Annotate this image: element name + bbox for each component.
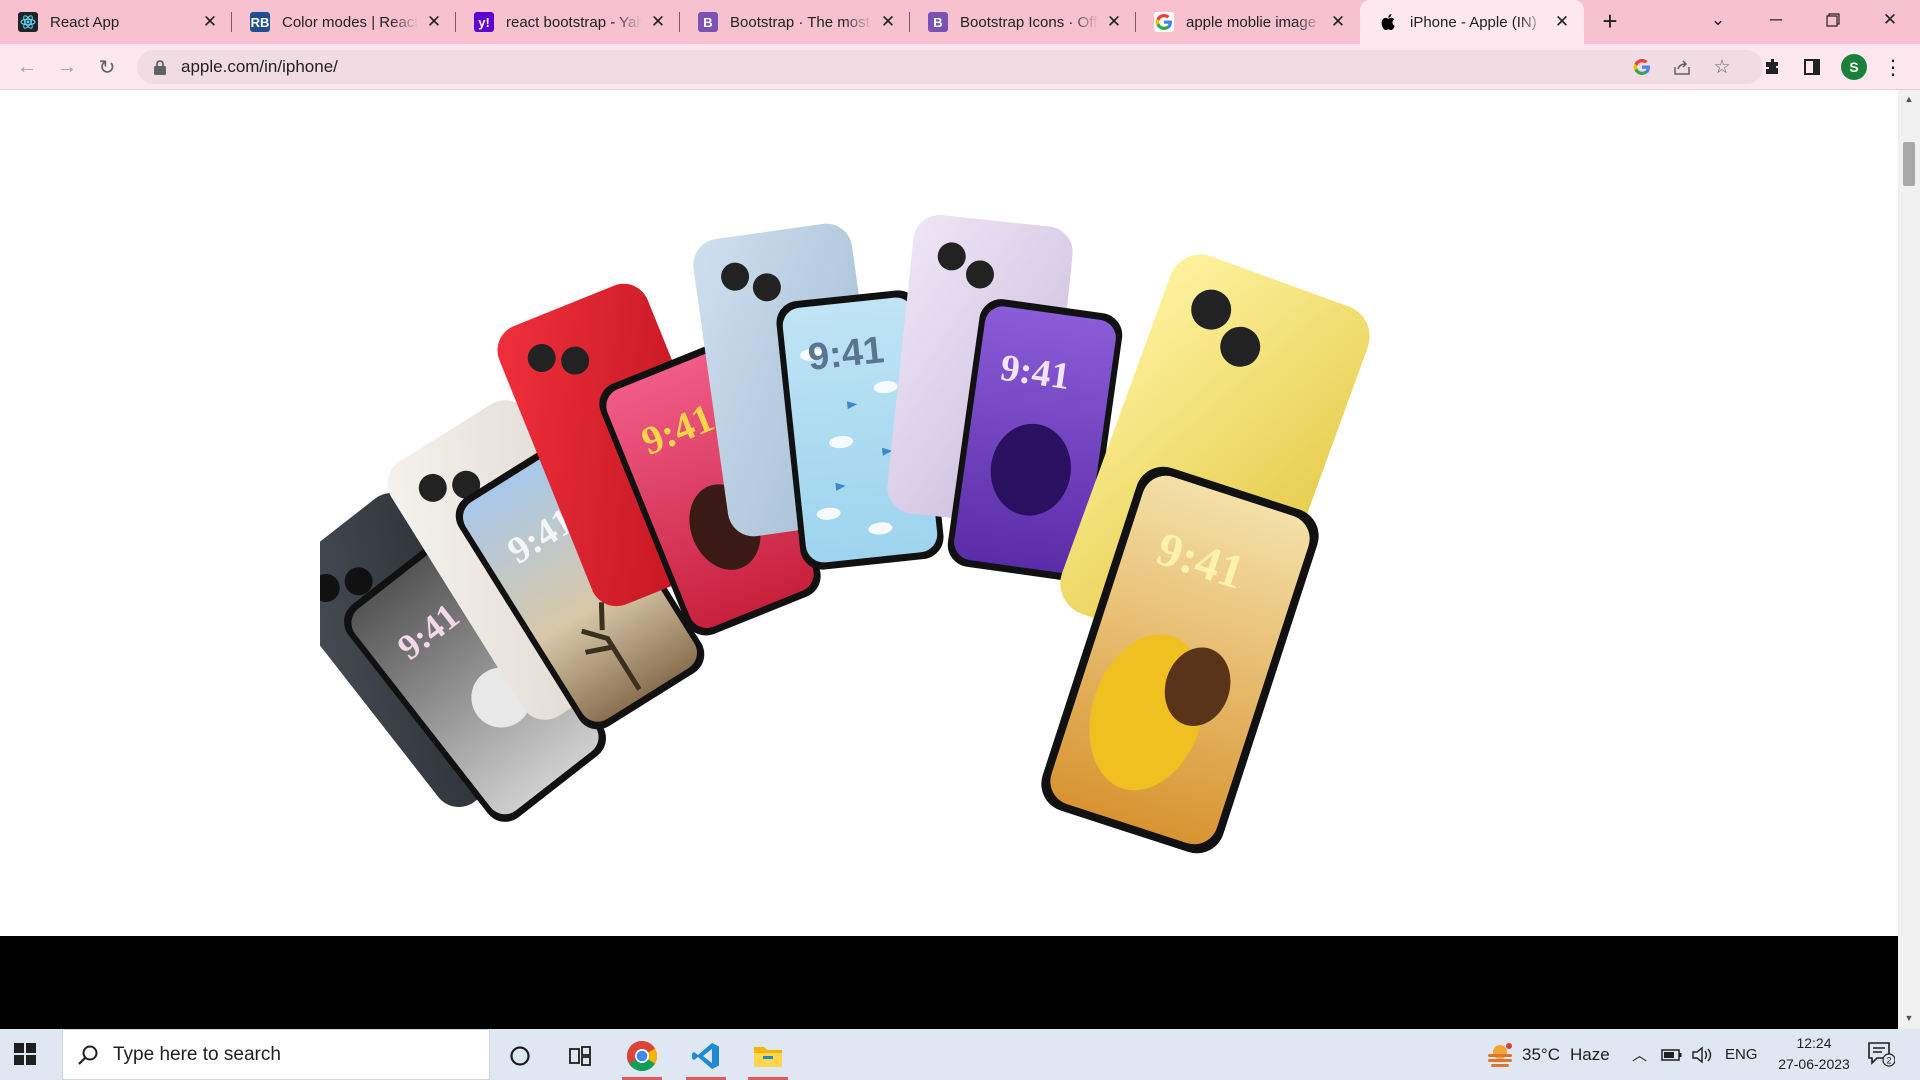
tab-search-icon[interactable]: ⌄ xyxy=(1692,0,1744,40)
google-icon xyxy=(1154,12,1174,32)
bootstrap-icon: B xyxy=(698,12,718,32)
react-icon xyxy=(18,12,38,32)
taskbar-search-box[interactable]: Type here to search xyxy=(62,1029,490,1080)
notification-center-icon[interactable]: 2 xyxy=(1867,1041,1896,1067)
lock-screen-time: 9:41 xyxy=(806,329,886,379)
tab-color-modes[interactable]: RB Color modes | React B ✕ xyxy=(232,0,456,44)
close-tab-icon[interactable]: ✕ xyxy=(200,12,220,32)
tab-react-app[interactable]: React App ✕ xyxy=(0,0,232,44)
close-tab-icon[interactable]: ✕ xyxy=(424,12,444,32)
minimize-icon[interactable]: ─ xyxy=(1750,0,1802,40)
cortana-icon[interactable] xyxy=(494,1035,546,1077)
battery-icon[interactable] xyxy=(1661,1029,1683,1080)
yahoo-icon: y! xyxy=(474,12,494,32)
extensions-icon[interactable] xyxy=(1762,56,1784,78)
tab-title: react bootstrap - Yaho xyxy=(506,13,642,31)
close-window-icon[interactable]: ✕ xyxy=(1864,0,1916,40)
tab-bootstrap-icons[interactable]: B Bootstrap Icons · Offic ✕ xyxy=(910,0,1136,44)
weather-description: Haze xyxy=(1569,1044,1610,1064)
react-bootstrap-icon: RB xyxy=(250,12,270,32)
kebab-menu-icon[interactable]: ⋮ xyxy=(1882,56,1904,79)
close-tab-icon[interactable]: ✕ xyxy=(1104,12,1124,32)
side-panel-icon[interactable] xyxy=(1801,56,1823,78)
scroll-down-icon[interactable]: ▼ xyxy=(1903,1013,1915,1025)
weather-temperature: 35°C xyxy=(1522,1044,1560,1064)
tab-iphone-apple[interactable]: iPhone - Apple (IN) ✕ xyxy=(1360,0,1584,44)
windows-start-icon[interactable] xyxy=(14,1043,36,1065)
weather-widget[interactable]: 35°C Haze xyxy=(1486,1029,1610,1080)
black-section xyxy=(0,936,1898,1029)
vscode-icon[interactable] xyxy=(680,1035,732,1080)
reload-icon[interactable]: ↻ xyxy=(91,51,123,83)
tab-strip: React App ✕ RB Color modes | React B ✕ y… xyxy=(0,0,1920,44)
notification-count: 2 xyxy=(1887,1056,1892,1066)
tab-title: Color modes | React B xyxy=(282,13,418,31)
clock-time: 12:24 xyxy=(1796,1035,1832,1051)
search-icon xyxy=(78,1045,98,1065)
forward-arrow-icon[interactable]: → xyxy=(51,51,83,83)
new-tab-button[interactable]: + xyxy=(1596,8,1624,36)
lock-icon xyxy=(154,60,166,75)
system-clock[interactable]: 12:24 27-06-2023 xyxy=(1770,1033,1858,1075)
scrollbar-thumb[interactable] xyxy=(1903,142,1915,186)
scroll-up-icon[interactable]: ▲ xyxy=(1903,94,1915,106)
restore-icon[interactable] xyxy=(1807,0,1859,40)
show-hidden-icons-chevron-icon[interactable]: ︿ xyxy=(1632,1029,1647,1080)
close-tab-icon[interactable]: ✕ xyxy=(1328,12,1348,32)
tab-bootstrap[interactable]: B Bootstrap · The most p ✕ xyxy=(680,0,910,44)
bootstrap-icon: B xyxy=(928,12,948,32)
google-lens-icon[interactable] xyxy=(1631,56,1653,78)
bookmark-star-icon[interactable]: ☆ xyxy=(1711,56,1733,78)
iphone-lineup-image: 9:41 9:41 9:41 9:41 9:41 9:41 xyxy=(320,215,1370,854)
profile-avatar[interactable]: S xyxy=(1841,54,1867,80)
tab-title: Bootstrap Icons · Offic xyxy=(960,13,1098,31)
task-view-icon[interactable] xyxy=(554,1035,606,1077)
browser-toolbar: ← → ↻ apple.com/in/iphone/ ☆ S ⋮ xyxy=(0,44,1920,90)
close-tab-icon[interactable]: ✕ xyxy=(878,12,898,32)
haze-icon xyxy=(1488,1042,1512,1067)
windows-taskbar: Type here to search 35°C Haze ︿ ENG 12:2… xyxy=(0,1029,1920,1080)
tab-title: Bootstrap · The most p xyxy=(730,13,872,31)
url-text: apple.com/in/iphone/ xyxy=(181,57,338,76)
search-placeholder: Type here to search xyxy=(113,1043,281,1065)
tab-title: iPhone - Apple (IN) xyxy=(1410,13,1537,31)
chrome-icon[interactable] xyxy=(616,1035,668,1080)
close-tab-icon[interactable]: ✕ xyxy=(1552,12,1572,32)
web-page: 9:41 9:41 9:41 9:41 9:41 9:41 xyxy=(0,90,1898,1029)
tab-google-search[interactable]: apple moblie image fo ✕ xyxy=(1136,0,1360,44)
tab-title: apple moblie image fo xyxy=(1186,13,1322,31)
tab-yahoo-search[interactable]: y! react bootstrap - Yaho ✕ xyxy=(456,0,680,44)
close-tab-icon[interactable]: ✕ xyxy=(648,12,668,32)
file-explorer-icon[interactable] xyxy=(742,1035,794,1080)
share-icon[interactable] xyxy=(1671,56,1693,78)
back-arrow-icon[interactable]: ← xyxy=(11,51,43,83)
input-language[interactable]: ENG xyxy=(1725,1029,1758,1080)
tab-title: React App xyxy=(50,13,120,31)
clock-date: 27-06-2023 xyxy=(1778,1056,1850,1072)
page-scrollbar[interactable]: ▲ ▼ xyxy=(1898,90,1920,1029)
volume-icon[interactable] xyxy=(1691,1029,1713,1080)
address-bar[interactable]: apple.com/in/iphone/ ☆ xyxy=(137,50,1763,84)
apple-icon xyxy=(1378,12,1398,32)
